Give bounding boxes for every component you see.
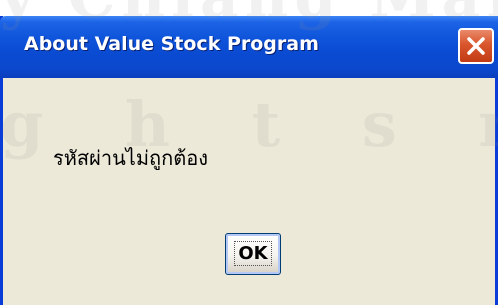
error-message: รหัสผ่านไม่ถูกต้อง [53,146,208,170]
ok-button-label: OK [234,241,272,266]
close-button[interactable] [458,28,494,64]
close-icon [460,30,492,62]
message-dialog: About Value Stock Program รหัสผ่านไม่ถูก… [0,16,498,305]
ok-button[interactable]: OK [225,233,281,275]
window-title: About Value Stock Program [24,33,319,55]
title-bar[interactable]: About Value Stock Program [0,16,498,78]
screen: About Value Stock Program รหัสผ่านไม่ถูก… [0,0,498,305]
